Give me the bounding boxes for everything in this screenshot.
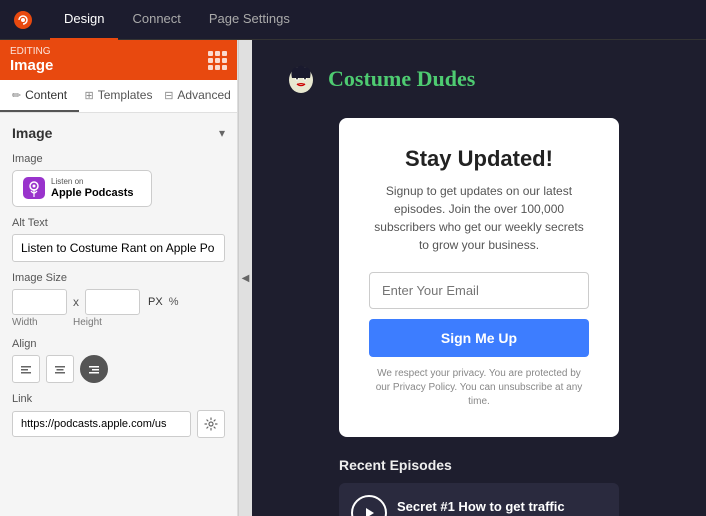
- sidebar-collapse-handle[interactable]: ◀: [238, 40, 252, 516]
- listen-label: Listen on: [51, 177, 134, 187]
- px-label: PX: [148, 296, 163, 308]
- link-field-label: Link: [12, 393, 225, 405]
- alt-text-label: Alt Text: [12, 217, 225, 229]
- episode-card: Secret #1 How to get traffic JAN 1ST, 20…: [339, 483, 619, 516]
- advanced-icon: ⊟: [164, 89, 173, 102]
- size-labels-row: Width Height: [12, 317, 225, 328]
- editing-label: EDITING: [10, 46, 53, 57]
- grid-icon[interactable]: [208, 51, 227, 70]
- sidebar-tabs: ✏ Content ⊞ Templates ⊟ Advanced: [0, 80, 237, 113]
- align-left-button[interactable]: [12, 355, 40, 383]
- nav-tab-connect[interactable]: Connect: [118, 0, 194, 40]
- collapse-arrow-icon: ◀: [242, 273, 250, 284]
- height-input[interactable]: [85, 289, 140, 315]
- recent-episodes-title: Recent Episodes: [339, 457, 619, 473]
- podcast-icon: [23, 177, 45, 199]
- gear-icon: [204, 417, 218, 431]
- tab-advanced[interactable]: ⊟ Advanced: [158, 80, 237, 112]
- image-field-label: Image: [12, 153, 225, 165]
- section-header: Image ▾: [12, 125, 225, 141]
- tab-content[interactable]: ✏ Content: [0, 80, 79, 112]
- chevron-down-icon[interactable]: ▾: [219, 126, 225, 140]
- main-content: EDITING Image ✏ Content ⊞ Templates ⊟ Ad…: [0, 40, 706, 516]
- episode-info: Secret #1 How to get traffic JAN 1ST, 20…: [397, 499, 607, 516]
- brand-name-text: Costume Dudes: [328, 66, 475, 92]
- align-right-button[interactable]: [80, 355, 108, 383]
- pct-label: %: [169, 296, 179, 308]
- image-size-row: x PX %: [12, 289, 225, 315]
- nav-tab-page-settings[interactable]: Page Settings: [195, 0, 304, 40]
- align-left-icon: [20, 363, 32, 375]
- apple-podcasts-label: Apple Podcasts: [51, 187, 134, 200]
- recent-episodes-section: Recent Episodes Secret #1 How to get tra…: [339, 457, 619, 516]
- alt-text-input[interactable]: [12, 234, 225, 262]
- play-icon: [362, 506, 376, 516]
- align-right-icon: [88, 363, 100, 375]
- width-label: Width: [12, 317, 73, 328]
- email-input[interactable]: [369, 272, 589, 309]
- link-settings-button[interactable]: [197, 410, 225, 438]
- brand-header: Costume Dudes: [272, 60, 475, 98]
- sidebar-header: EDITING Image: [0, 40, 237, 80]
- email-capture-card: Stay Updated! Signup to get updates on o…: [339, 118, 619, 437]
- brand-logo-icon: [282, 60, 320, 98]
- play-button[interactable]: [351, 495, 387, 516]
- align-field-label: Align: [12, 338, 225, 350]
- align-center-icon: [54, 363, 66, 375]
- podcast-button-text: Listen on Apple Podcasts: [51, 177, 134, 200]
- sidebar-header-text: EDITING Image: [10, 46, 53, 74]
- align-buttons: [12, 355, 225, 383]
- sidebar-content-panel: Image ▾ Image Listen on Apple Podcasts: [0, 113, 237, 516]
- height-label: Height: [73, 317, 134, 328]
- section-title: Image: [12, 125, 52, 141]
- signup-button[interactable]: Sign Me Up: [369, 319, 589, 357]
- align-center-button[interactable]: [46, 355, 74, 383]
- templates-icon: ⊞: [85, 89, 94, 102]
- nav-tab-design[interactable]: Design: [50, 0, 118, 40]
- episode-title: Secret #1 How to get traffic: [397, 499, 607, 514]
- page-preview: Costume Dudes Stay Updated! Signup to ge…: [252, 40, 706, 516]
- card-description: Signup to get updates on our latest epis…: [369, 182, 589, 254]
- app-logo: [12, 9, 34, 31]
- pencil-icon: ✏: [12, 89, 21, 102]
- size-separator: x: [73, 295, 79, 309]
- top-navigation: Design Connect Page Settings: [0, 0, 706, 40]
- left-sidebar: EDITING Image ✏ Content ⊞ Templates ⊟ Ad…: [0, 40, 238, 516]
- tab-templates[interactable]: ⊞ Templates: [79, 80, 158, 112]
- card-title: Stay Updated!: [369, 146, 589, 172]
- element-type-label: Image: [10, 57, 53, 74]
- link-input[interactable]: [12, 411, 191, 437]
- privacy-text: We respect your privacy. You are protect…: [369, 367, 589, 409]
- width-input[interactable]: [12, 289, 67, 315]
- link-row: [12, 410, 225, 438]
- image-size-label: Image Size: [12, 272, 225, 284]
- apple-podcast-image[interactable]: Listen on Apple Podcasts: [12, 170, 152, 207]
